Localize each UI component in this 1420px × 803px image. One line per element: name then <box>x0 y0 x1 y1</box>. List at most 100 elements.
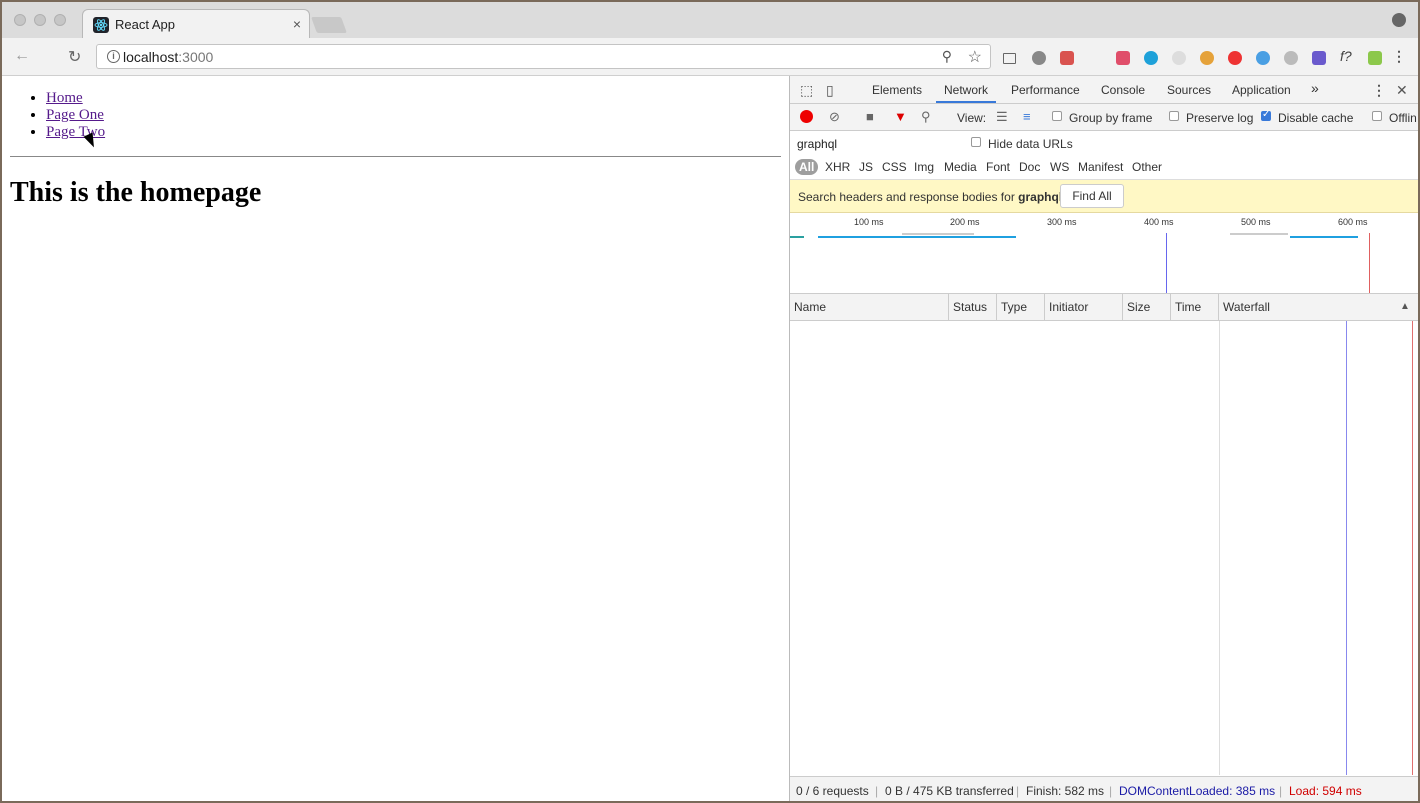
info-icon[interactable]: i <box>107 50 120 63</box>
overview-icon[interactable]: ≡ <box>1023 109 1031 124</box>
tab-close-icon[interactable]: × <box>293 16 301 32</box>
load-time: Load: 594 ms <box>1289 784 1362 798</box>
extension-icon[interactable] <box>1256 51 1270 65</box>
tab-network[interactable]: Network <box>935 83 997 103</box>
tab-title: React App <box>115 17 175 32</box>
ruler-tick-label: 500 ms <box>1241 217 1271 227</box>
network-status-bar: 0 / 6 requests | 0 B / 475 KB transferre… <box>790 776 1418 801</box>
type-filter-js[interactable]: JS <box>859 160 873 174</box>
tab-elements[interactable]: Elements <box>872 83 922 97</box>
extension-icon[interactable] <box>1284 51 1298 65</box>
menu-icon[interactable]: ⋮ <box>1392 48 1406 65</box>
url-text: localhost:3000 <box>123 49 214 65</box>
close-devtools-icon[interactable]: ✕ <box>1396 82 1408 99</box>
list-item: Page One <box>46 107 789 124</box>
sort-ascending-icon: ▲ <box>1400 301 1410 312</box>
separator: | <box>1279 784 1283 798</box>
address-bar[interactable]: i localhost:3000 ⚲ ☆ <box>96 44 991 69</box>
inspect-icon[interactable]: ⬚ <box>800 82 813 99</box>
device-toolbar-icon[interactable]: ▯ <box>826 82 834 99</box>
type-filter-other[interactable]: Other <box>1132 160 1162 174</box>
large-rows-icon[interactable]: ☰ <box>996 109 1008 125</box>
more-tabs-icon[interactable]: » <box>1311 80 1319 96</box>
column-waterfall[interactable]: Waterfall <box>1219 294 1418 320</box>
network-controls: ⊘ ■ ▼ ⚲ View: ☰ ≡ Group by frame Preserv… <box>790 104 1418 131</box>
clear-icon[interactable]: ⊘ <box>829 109 840 125</box>
type-filter-all[interactable]: All <box>795 159 819 175</box>
record-button[interactable] <box>800 110 813 123</box>
extension-icon[interactable] <box>1228 51 1242 65</box>
extension-icon[interactable] <box>1032 51 1046 65</box>
hide-data-urls-checkbox[interactable] <box>971 137 981 147</box>
disable-cache-label: Disable cache <box>1278 111 1354 125</box>
column-name[interactable]: Name <box>790 294 949 320</box>
nav-link-page-two[interactable]: Page Two <box>46 124 105 140</box>
screenshot-icon[interactable]: ■ <box>866 109 874 124</box>
extension-icon[interactable] <box>1144 51 1158 65</box>
list-item: Page Two <box>46 124 789 141</box>
tab-strip: React App × <box>2 2 1418 38</box>
offline-checkbox[interactable] <box>1372 111 1382 121</box>
filter-bar: graphql Hide data URLs All XHR JS CSS Im… <box>790 131 1418 180</box>
type-filter-img[interactable]: Img <box>914 160 934 174</box>
dom-content-loaded-marker <box>1346 321 1347 775</box>
back-icon[interactable]: ← <box>14 47 30 65</box>
type-filter-font[interactable]: Font <box>986 160 1010 174</box>
type-filter-xhr[interactable]: XHR <box>825 160 850 174</box>
devtools-menu-icon[interactable]: ⋮ <box>1372 82 1386 99</box>
filter-icon[interactable]: ▼ <box>894 109 907 124</box>
preserve-log-checkbox[interactable] <box>1169 111 1179 121</box>
load-marker <box>1412 321 1413 775</box>
extension-icon[interactable] <box>1060 51 1074 65</box>
column-time[interactable]: Time <box>1171 294 1219 320</box>
separator: | <box>875 784 879 798</box>
tab-console[interactable]: Console <box>1101 83 1145 97</box>
maximize-window-button[interactable] <box>54 14 66 26</box>
zoom-icon[interactable]: ⚲ <box>942 48 952 65</box>
reload-icon[interactable]: ↻ <box>68 47 81 67</box>
ruler-tick-label: 300 ms <box>1047 217 1077 227</box>
extension-icon[interactable] <box>1200 51 1214 65</box>
ruler-tick-label: 400 ms <box>1144 217 1174 227</box>
tab-performance[interactable]: Performance <box>1011 83 1080 97</box>
close-window-button[interactable] <box>14 14 26 26</box>
group-by-frame-checkbox[interactable] <box>1052 111 1062 121</box>
extension-icon[interactable] <box>1312 51 1326 65</box>
disable-cache-checkbox[interactable] <box>1261 109 1271 121</box>
cast-icon[interactable] <box>1003 53 1016 64</box>
profile-icon[interactable] <box>1392 13 1406 27</box>
filter-input[interactable]: graphql <box>797 137 837 151</box>
browser-tab[interactable]: React App × <box>82 9 310 38</box>
type-filter-doc[interactable]: Doc <box>1019 160 1040 174</box>
nav-link-page-one[interactable]: Page One <box>46 107 104 123</box>
minimize-window-button[interactable] <box>34 14 46 26</box>
function-icon[interactable]: f? <box>1340 48 1354 64</box>
type-filter-media[interactable]: Media <box>944 160 977 174</box>
tab-sources[interactable]: Sources <box>1167 83 1211 97</box>
column-initiator[interactable]: Initiator <box>1045 294 1123 320</box>
timeline-bar <box>818 236 1016 238</box>
column-status[interactable]: Status <box>949 294 997 320</box>
column-size[interactable]: Size <box>1123 294 1171 320</box>
type-filter-ws[interactable]: WS <box>1050 160 1069 174</box>
star-icon[interactable]: ☆ <box>968 47 982 67</box>
extension-icon[interactable] <box>1172 51 1186 65</box>
node-icon[interactable] <box>1368 51 1382 65</box>
extension-icon[interactable] <box>1116 51 1130 65</box>
page-heading: This is the homepage <box>10 177 262 208</box>
transferred-size: 0 B / 475 KB transferred <box>885 784 1014 798</box>
search-results-bar: Search headers and response bodies for g… <box>790 180 1418 213</box>
ruler-tick-label: 200 ms <box>950 217 980 227</box>
type-filter-manifest[interactable]: Manifest <box>1078 160 1123 174</box>
page-viewport: Home Page One Page Two This is the homep… <box>2 76 789 801</box>
search-hint: Search headers and response bodies for g… <box>798 190 1063 204</box>
search-icon[interactable]: ⚲ <box>921 109 931 125</box>
timeline-bar <box>1290 236 1358 238</box>
tab-application[interactable]: Application <box>1232 83 1291 97</box>
separator: | <box>1109 784 1113 798</box>
nav-link-home[interactable]: Home <box>46 90 83 106</box>
column-type[interactable]: Type <box>997 294 1045 320</box>
type-filter-css[interactable]: CSS <box>882 160 907 174</box>
new-tab-button[interactable] <box>311 17 347 33</box>
find-all-button[interactable]: Find All <box>1060 184 1124 208</box>
